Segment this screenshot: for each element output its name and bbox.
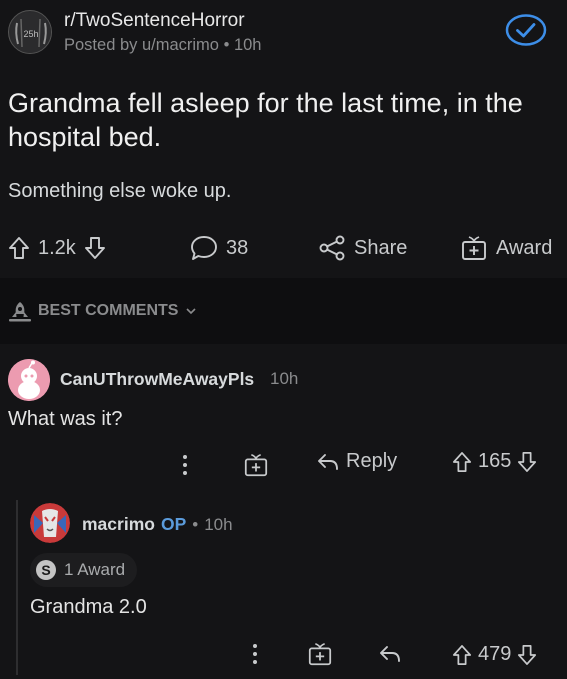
vote-count: 479 (478, 643, 512, 665)
comment-text: Grandma 2.0 (30, 596, 147, 618)
vertical-dots-icon[interactable] (246, 641, 264, 667)
gift-icon (460, 234, 488, 262)
reply-arrow-icon (316, 452, 340, 472)
post-title[interactable]: Grandma fell asleep for the last time, i… (8, 86, 560, 154)
thread-line (16, 500, 18, 675)
arrow-down-icon[interactable] (517, 451, 537, 473)
comment-text: What was it? (8, 408, 123, 430)
share-button[interactable]: Share (318, 230, 407, 266)
post-upvote-count: 1.2k (38, 236, 76, 259)
post-body: Something else woke up. (8, 180, 232, 202)
separator-dot: • (192, 514, 199, 534)
comment-vote-group: 479 (452, 643, 537, 666)
post-author[interactable]: Posted by u/macrimo (64, 36, 219, 54)
avatar[interactable] (30, 503, 70, 543)
arrow-up-icon[interactable] (8, 236, 30, 260)
speech-bubble-icon (190, 235, 218, 261)
award-label: Award (496, 236, 553, 259)
separator-dot: • (223, 36, 234, 54)
rocket-icon (8, 300, 32, 322)
comment-username[interactable]: macrimo (82, 514, 155, 535)
sort-label: BEST COMMENTS (38, 302, 179, 319)
vertical-dots-icon[interactable] (176, 452, 194, 478)
share-label: Share (354, 236, 408, 259)
chevron-down-icon (184, 306, 198, 316)
reply-label: Reply (346, 450, 398, 472)
comments-button[interactable]: 38 (190, 230, 248, 266)
subreddit-name[interactable]: r/TwoSentenceHorror (64, 10, 245, 32)
comment-username[interactable]: CanUThrowMeAwayPls (60, 369, 254, 390)
award-count: 1 Award (64, 560, 126, 579)
gift-icon[interactable] (306, 640, 334, 668)
op-badge: OP (160, 514, 187, 534)
reply-button[interactable]: Reply (316, 450, 397, 473)
comments-count: 38 (226, 236, 249, 259)
subreddit-avatar[interactable]: 25h (8, 10, 52, 54)
post-meta: Posted by u/macrimo • 10h (64, 36, 261, 55)
comment-vote-group: 165 (452, 450, 537, 473)
comments-sort-dropdown[interactable]: BEST COMMENTS (8, 300, 198, 322)
share-nodes-icon (318, 235, 346, 261)
post-age: 10h (233, 36, 262, 54)
gift-icon[interactable] (242, 451, 270, 479)
check-circle-icon[interactable] (505, 14, 547, 46)
reply-arrow-icon[interactable] (376, 642, 404, 666)
comment-age: 10h (204, 514, 233, 534)
comment-age: 10h (270, 369, 299, 388)
comment-header: macrimo OP • 10h (82, 514, 233, 535)
arrow-up-icon[interactable] (452, 451, 472, 473)
arrow-down-icon[interactable] (517, 644, 537, 666)
vote-count: 165 (478, 450, 512, 472)
subreddit-avatar-label: 25h (23, 29, 38, 39)
arrow-up-icon[interactable] (452, 644, 472, 666)
award-badge[interactable]: S 1 Award (30, 553, 138, 587)
award-coin-icon: S (36, 560, 56, 580)
arrow-down-icon[interactable] (84, 236, 106, 260)
post-vote-group: 1.2k (8, 230, 106, 266)
award-button[interactable]: Award (460, 230, 552, 266)
avatar[interactable] (8, 359, 50, 401)
